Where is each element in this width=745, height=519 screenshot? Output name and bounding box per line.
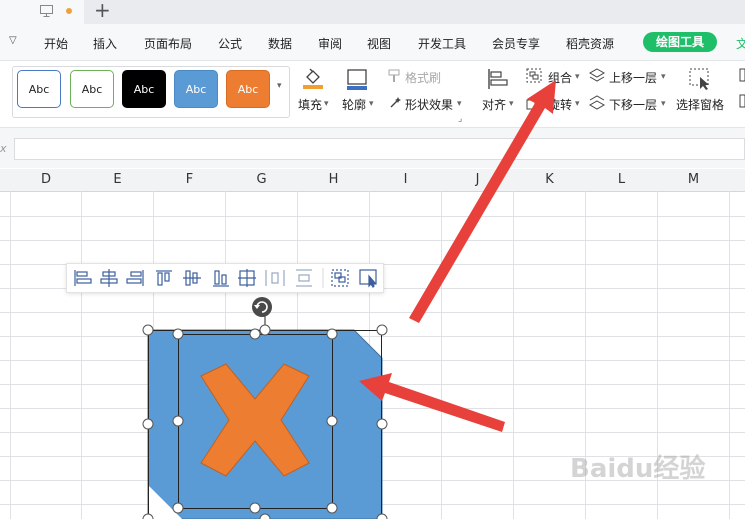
baidu-jingyan-watermark: Baidu经验 <box>570 454 706 484</box>
arrow-to-shape <box>359 373 505 432</box>
annotation-layer <box>359 80 556 432</box>
arrow-to-group-button <box>409 80 556 323</box>
